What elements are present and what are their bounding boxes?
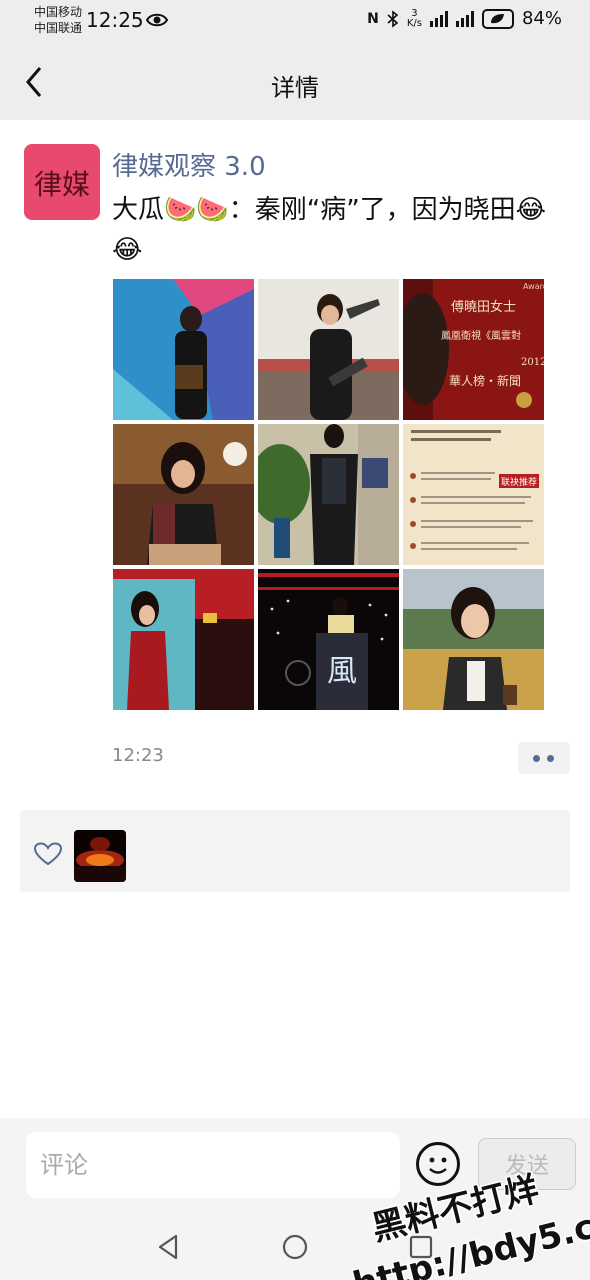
carrier-1: 中国移动 [34,5,83,19]
photo-grid: Award 傅曉田女士 鳳凰衛視《風雲對 2012 華人榜・新聞 [113,279,545,710]
photo-6[interactable]: 联袂推荐 [403,424,544,565]
send-button[interactable]: 发送 [478,1138,576,1190]
nav-bar: 详情 [0,44,590,120]
status-icons: N 3 K/s 84% [367,8,562,29]
system-nav-bar [0,1214,590,1280]
post-time: 12:23 [112,745,164,766]
more-button[interactable] [518,742,570,774]
svg-text:華人榜・新聞: 華人榜・新聞 [449,373,521,388]
signal-icon [429,10,448,27]
svg-text:联袂推荐: 联袂推荐 [501,476,537,488]
photo-1[interactable] [113,279,254,420]
photo-8[interactable]: 風 [258,569,399,710]
photo-3[interactable]: Award 傅曉田女士 鳳凰衛視《風雲對 2012 華人榜・新聞 [403,279,544,420]
nfc-icon: N [367,10,379,27]
svg-text:律媒: 律媒 [34,168,90,201]
back-nav-icon[interactable] [152,1230,186,1264]
avatar-logo: 律媒 [34,168,90,201]
photo-7[interactable] [113,569,254,710]
liker-avatar[interactable] [74,830,126,882]
author-avatar[interactable]: 律媒 [24,144,100,220]
power-saving-icon [481,8,514,29]
carrier-names: 中国移动 中国联通 [34,4,82,36]
svg-text:2012: 2012 [521,357,544,368]
photo-9[interactable] [403,569,544,710]
svg-text:Award: Award [523,282,544,291]
carrier-2: 中国联通 [34,21,83,35]
photo-5[interactable] [258,424,399,565]
bluetooth-icon [387,9,399,28]
recent-apps-icon[interactable] [404,1230,438,1264]
battery-percent: 84% [521,8,562,29]
eye-icon [146,13,168,27]
comment-bar: 发送 [0,1118,590,1214]
author-name[interactable]: 律媒观察 3.0 [112,146,266,183]
svg-text:傅曉田女士: 傅曉田女士 [451,299,516,315]
photo-2[interactable] [258,279,399,420]
svg-text:鳳凰衛視《風雲對: 鳳凰衛視《風雲對 [441,329,521,342]
likes-panel [20,810,570,892]
comment-input[interactable] [26,1132,400,1198]
home-icon[interactable] [278,1230,312,1264]
status-time: 12:25 [86,8,144,32]
svg-text:風: 風 [327,654,357,689]
network-speed: 3 K/s [406,7,422,29]
status-bar: 中国移动 中国联通 12:25 N 3 K/s 84% [0,0,590,44]
signal-icon-2 [455,10,474,27]
post-text: 大瓜🍉🍉：秦刚“病”了，因为晓田😂😂 [112,195,547,265]
photo-4[interactable] [113,424,254,565]
heart-icon[interactable] [34,842,62,866]
emoji-icon[interactable] [416,1142,460,1186]
page-title: 详情 [271,74,319,102]
